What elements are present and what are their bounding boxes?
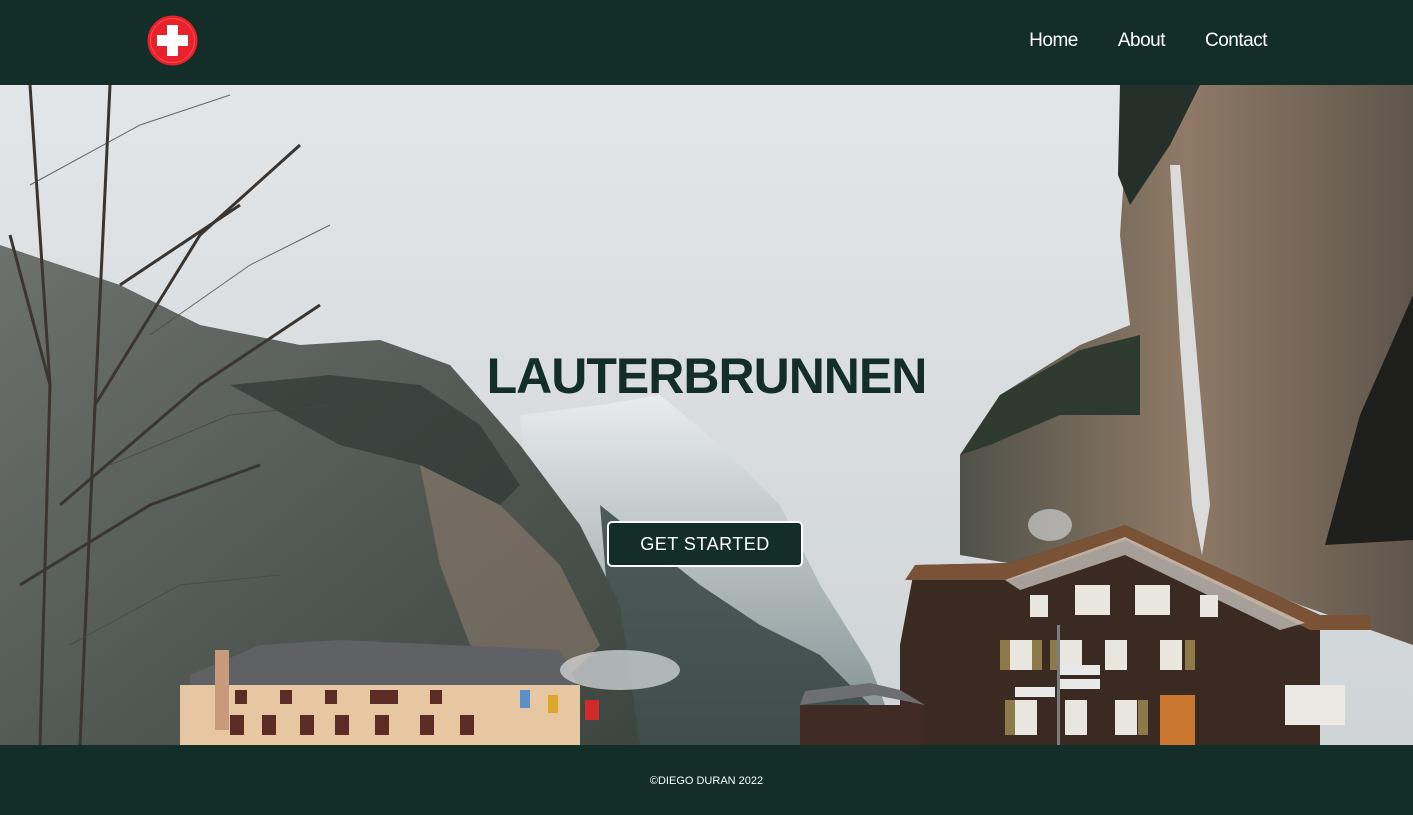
hero-section: LAUTERBRUNNEN GET STARTED <box>0 85 1413 745</box>
nav-contact-link[interactable]: Contact <box>1205 30 1267 52</box>
copyright-text: ©DIEGO DURAN 2022 <box>649 775 764 787</box>
nav-home-link[interactable]: Home <box>1029 30 1078 52</box>
hero-title: LAUTERBRUNNEN <box>486 348 928 404</box>
site-header: Home About Contact <box>0 0 1413 85</box>
get-started-button[interactable]: GET STARTED <box>607 521 803 567</box>
site-footer: ©DIEGO DURAN 2022 <box>0 745 1413 815</box>
hero-background-image <box>0 85 1413 745</box>
nav-about-link[interactable]: About <box>1118 30 1166 52</box>
swiss-cross-icon[interactable] <box>147 15 198 66</box>
main-nav: Home About Contact <box>1029 30 1267 52</box>
